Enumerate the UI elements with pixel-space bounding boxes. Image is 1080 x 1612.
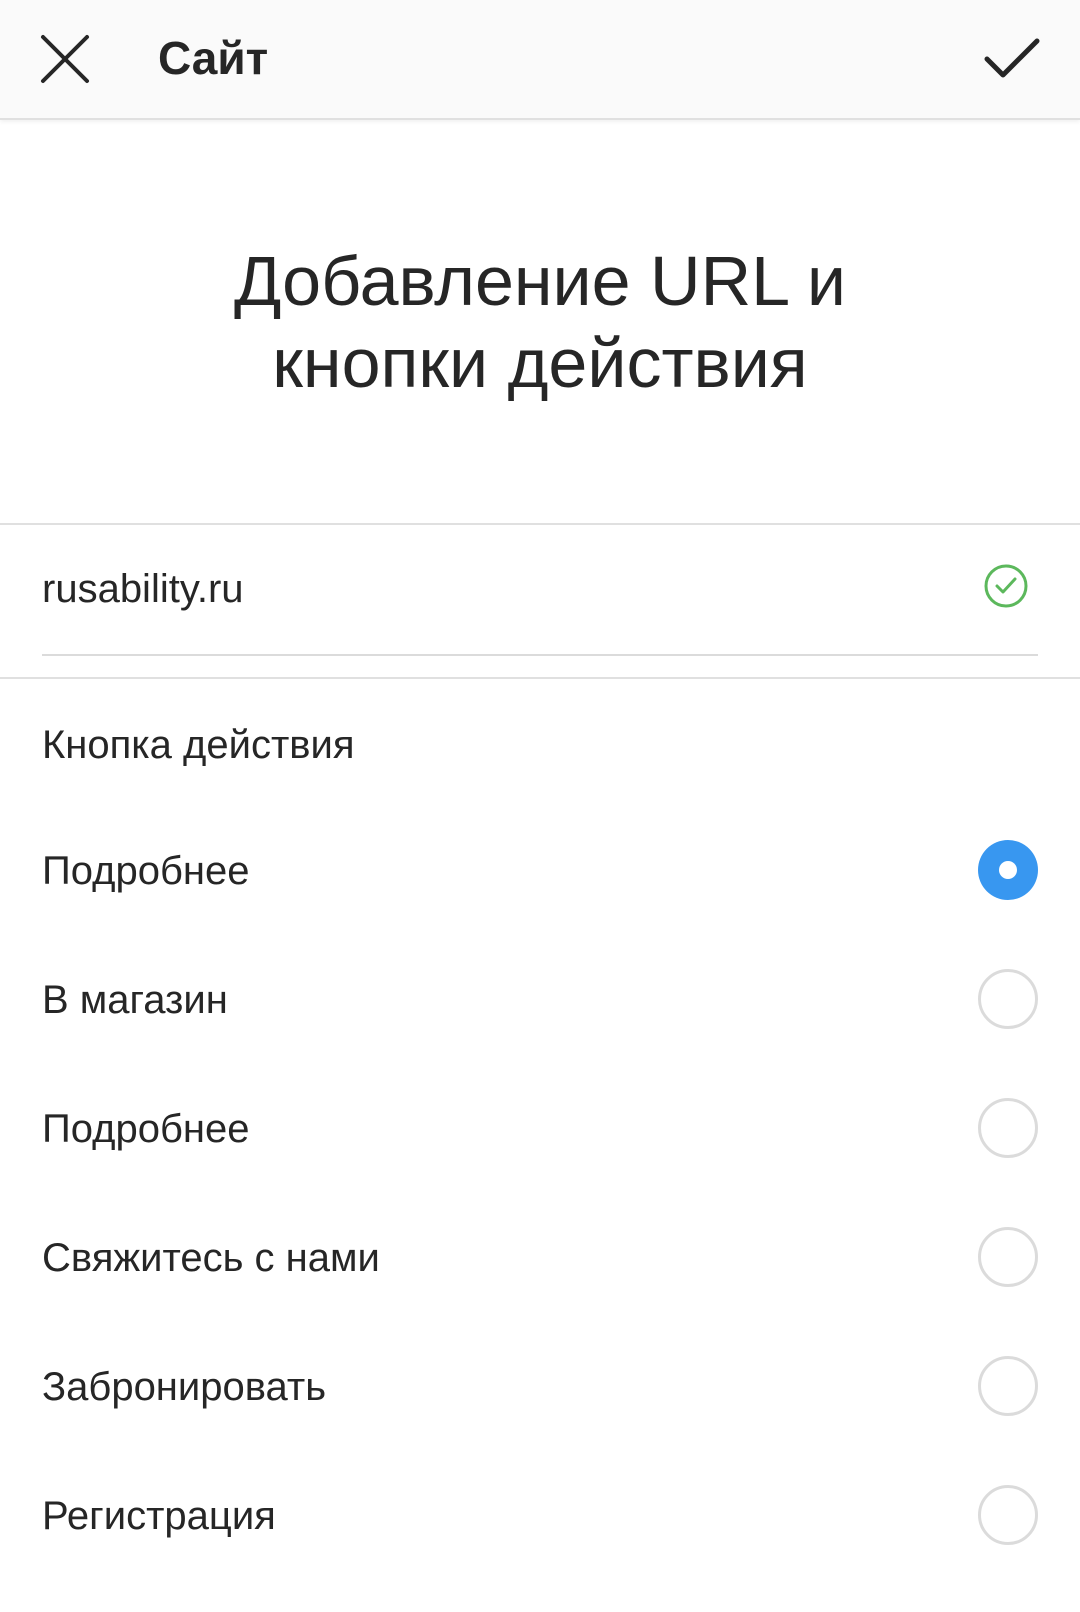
close-button[interactable] bbox=[30, 24, 100, 94]
option-book[interactable]: Забронировать bbox=[0, 1322, 1080, 1451]
action-button-section-label: Кнопка действия bbox=[42, 723, 355, 767]
option-label: Подробнее bbox=[42, 849, 250, 893]
option-register[interactable]: Регистрация bbox=[0, 1451, 1080, 1580]
option-label: Свяжитесь с нами bbox=[42, 1236, 380, 1280]
option-label: Забронировать bbox=[42, 1365, 327, 1409]
valid-check-icon bbox=[984, 564, 1028, 608]
radio-unselected[interactable] bbox=[978, 1098, 1038, 1158]
checkmark-icon bbox=[984, 38, 1040, 78]
option-label: Регистрация bbox=[42, 1494, 276, 1538]
url-field[interactable]: rusability.ru bbox=[42, 552, 1038, 656]
option-podrobnee-2[interactable]: Подробнее bbox=[0, 1064, 1080, 1193]
divider bbox=[0, 523, 1080, 525]
action-button-options: Подробнее В магазин Подробнее Свяжитесь … bbox=[0, 806, 1080, 1580]
option-podrobnee[interactable]: Подробнее bbox=[0, 806, 1080, 935]
radio-unselected[interactable] bbox=[978, 1356, 1038, 1416]
radio-selected[interactable] bbox=[978, 840, 1038, 900]
radio-unselected[interactable] bbox=[978, 969, 1038, 1029]
headline-line-2: кнопки действия bbox=[272, 324, 808, 402]
option-label: В магазин bbox=[42, 978, 228, 1022]
headline: Добавление URL и кнопки действия bbox=[0, 240, 1080, 404]
option-v-magazin[interactable]: В магазин bbox=[0, 935, 1080, 1064]
option-label: Подробнее bbox=[42, 1107, 250, 1151]
top-app-bar: Сайт bbox=[0, 0, 1080, 120]
page-title: Сайт bbox=[158, 32, 269, 84]
headline-line-1: Добавление URL и bbox=[233, 242, 847, 320]
url-value[interactable]: rusability.ru bbox=[42, 564, 244, 614]
radio-unselected[interactable] bbox=[978, 1227, 1038, 1287]
radio-unselected[interactable] bbox=[978, 1485, 1038, 1545]
divider bbox=[0, 677, 1080, 679]
option-contact-us[interactable]: Свяжитесь с нами bbox=[0, 1193, 1080, 1322]
close-icon bbox=[41, 35, 89, 83]
done-button[interactable] bbox=[974, 24, 1050, 94]
